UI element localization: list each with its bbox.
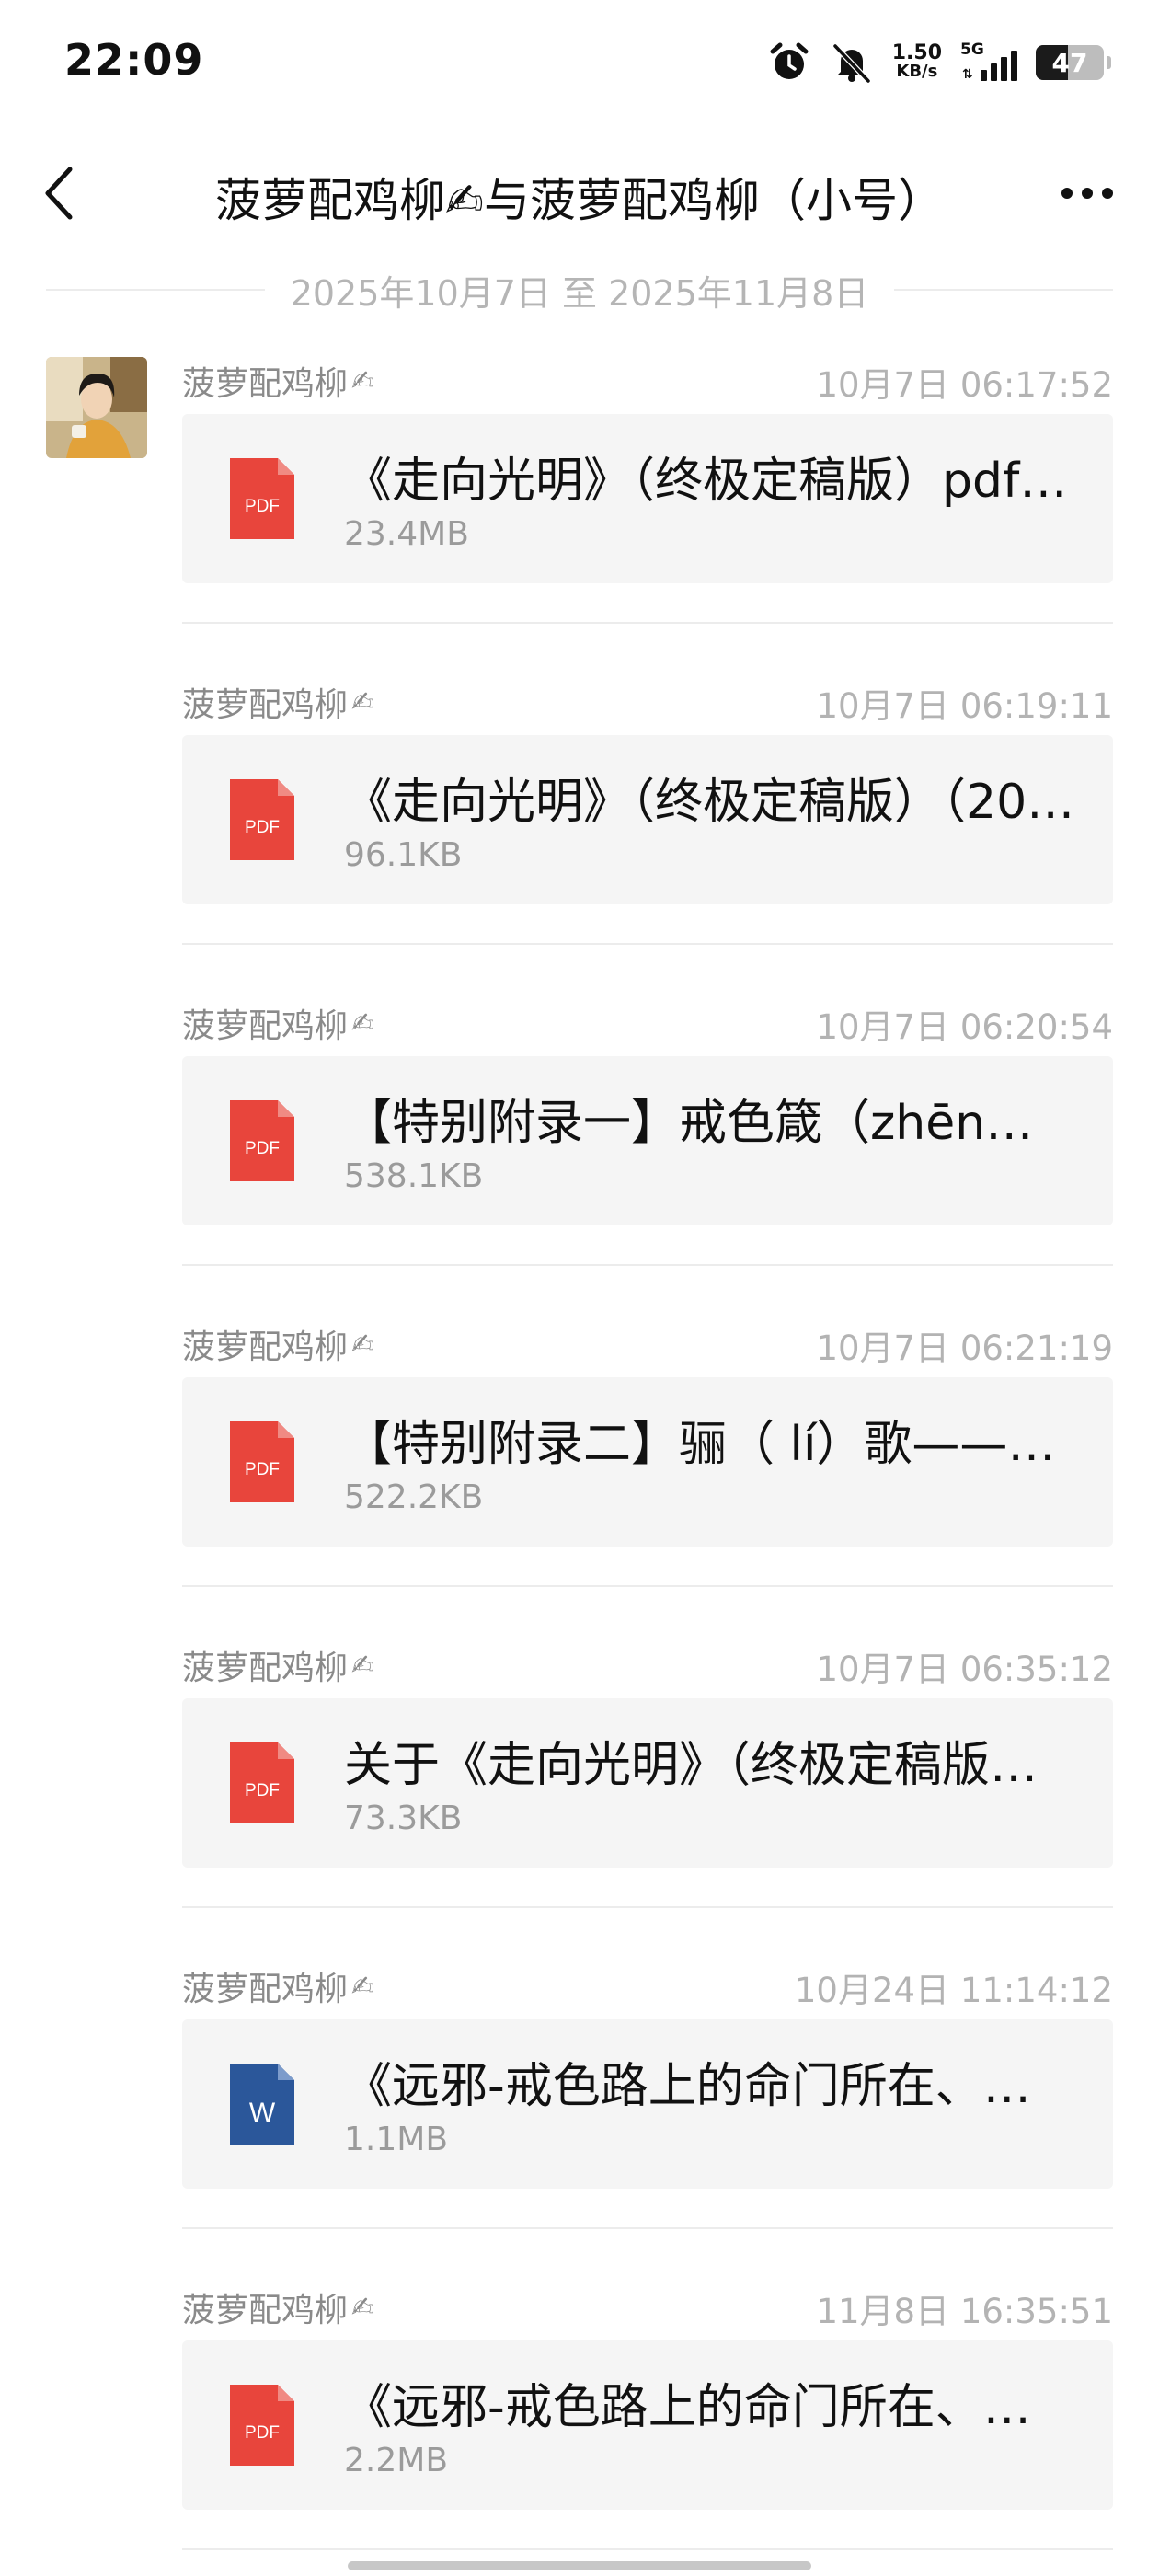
message-item: 菠萝配鸡柳 ✍ 10月24日 11:14:12 W 《远邪-戒色路上的命门所在、…… — [182, 1962, 1113, 2229]
message-time: 10月7日 06:20:54 — [816, 1007, 1113, 1047]
message-time: 10月7日 06:19:11 — [816, 686, 1113, 726]
data-arrows-icon: ⇅ — [962, 67, 973, 82]
file-name: 《走向光明》（终极定稿版）pdf… — [344, 454, 1068, 509]
file-card[interactable]: PDF 《远邪-戒色路上的命门所在、… 2.2MB — [182, 2340, 1113, 2510]
file-size: 23.4MB — [344, 515, 469, 553]
svg-text:PDF: PDF — [245, 2423, 280, 2443]
signature-icon: ✍ — [351, 1970, 375, 2003]
mute-bell-icon — [832, 43, 870, 84]
file-name: 《远邪-戒色路上的命门所在、… — [344, 2380, 1031, 2435]
sender-name: 菠萝配鸡柳 ✍ — [182, 2291, 375, 2330]
divider — [182, 622, 1113, 624]
file-size: 522.2KB — [344, 1478, 484, 1516]
message-item: 菠萝配鸡柳 ✍ 10月7日 06:21:19 PDF 【特别附录二】骊（ lí）歌… — [182, 1320, 1113, 1587]
message-item: 菠萝配鸡柳 ✍ 10月7日 06:35:12 PDF 关于《走向光明》（终极定稿版… — [182, 1641, 1113, 1908]
message-time: 11月8日 16:35:51 — [816, 2292, 1113, 2331]
svg-text:PDF: PDF — [245, 1139, 280, 1158]
svg-text:PDF: PDF — [245, 497, 280, 516]
signature-icon: ✍ — [351, 2291, 375, 2324]
signature-icon: ✍ — [351, 1649, 375, 1682]
signature-icon: ✍ — [351, 364, 375, 397]
sender-name: 菠萝配鸡柳 ✍ — [182, 1649, 375, 1688]
status-bar: 22:09 1.50 KB/s 5G ⇅ 47 — [0, 0, 1159, 120]
divider — [182, 1264, 1113, 1266]
file-name: 【特别附录二】骊（ lí）歌——致… — [344, 1417, 1080, 1472]
message-item: 菠萝配鸡柳 ✍ 10月7日 06:19:11 PDF 《走向光明》（终极定稿版）（… — [182, 678, 1113, 945]
status-time: 22:09 — [64, 35, 204, 85]
divider — [182, 1906, 1113, 1908]
battery-level: 47 — [1051, 47, 1088, 78]
message-time: 10月7日 06:21:19 — [816, 1328, 1113, 1368]
divider — [182, 2227, 1113, 2229]
file-size: 2.2MB — [344, 2442, 449, 2479]
pdf-file-icon: PDF — [230, 458, 294, 539]
svg-text:PDF: PDF — [245, 1781, 280, 1800]
network-type: 5G — [960, 40, 984, 59]
sender-name: 菠萝配鸡柳 ✍ — [182, 1970, 375, 2009]
home-indicator[interactable] — [348, 2561, 811, 2570]
sender-name: 菠萝配鸡柳 ✍ — [182, 364, 375, 404]
file-size: 538.1KB — [344, 1157, 484, 1195]
more-options-button[interactable] — [1052, 167, 1122, 219]
pdf-file-icon: PDF — [230, 1100, 294, 1181]
more-dot-icon — [1061, 188, 1073, 199]
word-file-icon: W — [230, 2064, 294, 2145]
status-icons: 1.50 KB/s 5G ⇅ 47 — [767, 37, 1111, 88]
divider — [182, 943, 1113, 945]
signature-icon: ✍ — [351, 1006, 375, 1040]
file-name: 《远邪-戒色路上的命门所在、… — [344, 2059, 1031, 2114]
signal-icon: 5G ⇅ — [960, 40, 1017, 82]
svg-text:W: W — [249, 2098, 276, 2128]
message-item: 菠萝配鸡柳 ✍ 10月7日 06:20:54 PDF 【特别附录一】戒色箴（zhē… — [182, 999, 1113, 1266]
file-name: 【特别附录一】戒色箴（zhēn）言… — [344, 1096, 1080, 1151]
svg-text:PDF: PDF — [245, 1460, 280, 1479]
message-time: 10月24日 11:14:12 — [794, 1971, 1113, 2010]
file-card[interactable]: PDF 【特别附录二】骊（ lí）歌——致… 522.2KB — [182, 1377, 1113, 1547]
divider — [46, 289, 265, 291]
date-range-separator: 2025年10月7日 至 2025年11月8日 — [46, 267, 1114, 314]
sender-name: 菠萝配鸡柳 ✍ — [182, 1328, 375, 1367]
message-time: 10月7日 06:17:52 — [816, 365, 1113, 405]
pdf-file-icon: PDF — [230, 779, 294, 860]
file-size: 96.1KB — [344, 836, 463, 874]
avatar[interactable] — [46, 357, 147, 458]
file-card[interactable]: PDF 《走向光明》（终极定稿版）pdf… 23.4MB — [182, 414, 1113, 583]
page-title: 菠萝配鸡柳✍与菠萝配鸡柳（小号） — [215, 174, 944, 227]
message-time: 10月7日 06:35:12 — [816, 1650, 1113, 1689]
file-card[interactable]: PDF 《走向光明》（终极定稿版）（20… 96.1KB — [182, 735, 1113, 904]
file-name: 关于《走向光明》（终极定稿版）… — [344, 1738, 1080, 1793]
signature-icon: ✍ — [351, 1328, 375, 1361]
message-item: 菠萝配鸡柳 ✍ 11月8日 16:35:51 PDF 《远邪-戒色路上的命门所在、… — [182, 2283, 1113, 2550]
chat-header: 菠萝配鸡柳✍与菠萝配鸡柳（小号） — [0, 147, 1159, 239]
message-item: 菠萝配鸡柳 ✍ 10月7日 06:17:52 PDF 《走向光明》（终极定稿版）p… — [182, 357, 1113, 624]
svg-text:PDF: PDF — [245, 818, 280, 837]
sender-name: 菠萝配鸡柳 ✍ — [182, 1006, 375, 1046]
file-size: 73.3KB — [344, 1800, 463, 1837]
back-arrow-icon[interactable] — [37, 164, 88, 223]
sender-name: 菠萝配鸡柳 ✍ — [182, 685, 375, 725]
date-range-text: 2025年10月7日 至 2025年11月8日 — [290, 272, 869, 314]
pdf-file-icon: PDF — [230, 1742, 294, 1823]
divider — [182, 1585, 1113, 1587]
pdf-file-icon: PDF — [230, 1421, 294, 1502]
signature-icon: ✍ — [351, 685, 375, 719]
alarm-icon — [770, 42, 809, 79]
file-card[interactable]: PDF 关于《走向光明》（终极定稿版）… 73.3KB — [182, 1698, 1113, 1868]
file-card[interactable]: W 《远邪-戒色路上的命门所在、… 1.1MB — [182, 2019, 1113, 2189]
network-speed: 1.50 KB/s — [891, 41, 942, 81]
file-name: 《走向光明》（终极定稿版）（20… — [344, 775, 1075, 830]
file-size: 1.1MB — [344, 2121, 449, 2158]
divider — [894, 289, 1114, 291]
divider — [182, 2548, 1113, 2550]
pdf-file-icon: PDF — [230, 2385, 294, 2466]
battery-icon: 47 — [1036, 45, 1111, 80]
file-card[interactable]: PDF 【特别附录一】戒色箴（zhēn）言… 538.1KB — [182, 1056, 1113, 1225]
